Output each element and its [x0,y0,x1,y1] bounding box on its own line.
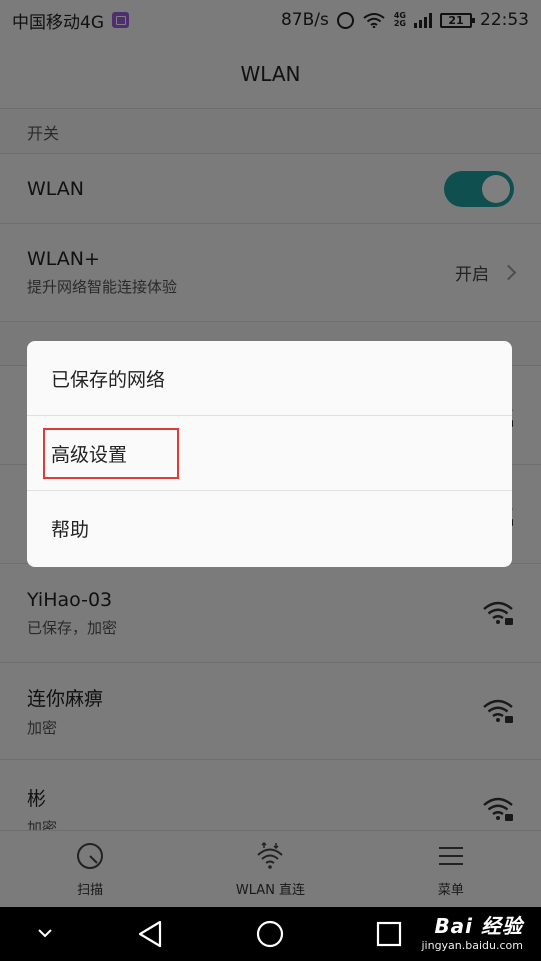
back-icon[interactable] [136,919,164,949]
menu-item-saved-networks[interactable]: 已保存的网络 [27,341,512,416]
watermark-url: jingyan.baidu.com [421,939,523,952]
menu-item-help[interactable]: 帮助 [27,491,512,566]
recents-icon[interactable] [376,921,402,947]
chevron-down-icon[interactable] [36,926,54,940]
highlight-box [43,428,179,479]
home-icon[interactable] [255,919,285,949]
baidu-watermark: Bai 经验 jingyan.baidu.com [421,910,523,952]
watermark-brand: Bai 经验 [434,914,523,938]
